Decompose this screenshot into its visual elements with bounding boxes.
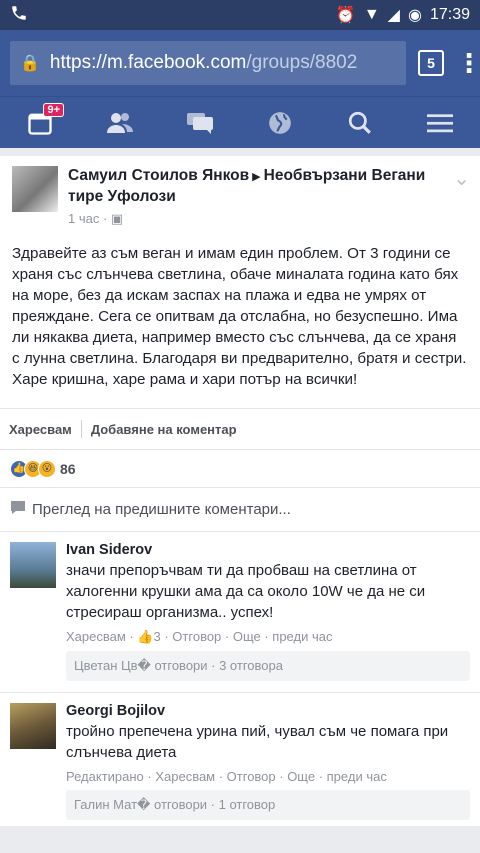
arrow-right-icon: ▶ — [252, 171, 261, 183]
previous-comments-label: Преглед на предишните коментари... — [32, 501, 291, 518]
url-host: https://m.facebook.com — [49, 52, 247, 73]
post-actions: Харесвам Добавяне на коментар — [0, 408, 480, 450]
wifi-icon: ▼ — [363, 6, 380, 23]
commenter-name[interactable]: Ivan Siderov — [66, 542, 470, 558]
alarm-icon: ⏰ — [335, 7, 356, 24]
chevron-down-icon[interactable]: ⌄ — [453, 166, 470, 227]
comment: Ivan Siderov значи препоръчвам ти да про… — [0, 532, 480, 687]
hamburger-menu-icon — [427, 113, 453, 132]
overflow-menu-icon[interactable]: ⋮ — [456, 50, 480, 76]
nav-search[interactable] — [340, 103, 380, 143]
globe-icon — [269, 111, 291, 134]
comment-text: тройно препечена урина пий, чувал съм че… — [66, 723, 449, 761]
post-author[interactable]: Самуил Стоилов Янков — [68, 167, 249, 184]
tab-switcher-button[interactable]: 5 — [418, 50, 444, 76]
messages-icon — [187, 112, 213, 134]
facebook-nav: 9+ — [0, 96, 480, 148]
comment-actions[interactable]: Редактирано · Харесвам · Отговор · Още ·… — [66, 769, 470, 784]
battery-icon: ◉ — [407, 7, 422, 24]
post-time[interactable]: 1 час — [68, 211, 99, 226]
author-avatar[interactable] — [12, 166, 58, 212]
lock-icon: 🔒 — [20, 55, 40, 72]
privacy-icon: ▣ — [110, 211, 124, 226]
reactions-summary[interactable]: 👍 😆 😮 86 — [0, 450, 480, 488]
status-bar: ⏰ ▼ ◢ ◉ 17:39 — [0, 0, 480, 30]
comment-text: значи препоръчвам ти да пробваш на светл… — [66, 562, 426, 621]
friends-icon — [107, 112, 133, 133]
post-text: Здравейте аз съм веган и имам един пробл… — [12, 245, 467, 388]
group-post: Самуил Стоилов Янков ▶ Необвързани Вегани … — [0, 156, 480, 450]
clock: 17:39 — [429, 6, 470, 23]
nav-globe[interactable] — [260, 103, 300, 143]
comment-replies[interactable]: Галин Мат� отговори · 1 отговор — [66, 790, 470, 820]
browser-toolbar: 🔒 https://m.facebook.com/groups/8802 5 ⋮ — [0, 30, 480, 96]
commenter-avatar[interactable] — [10, 703, 56, 749]
add-comment-button[interactable]: Добавяне на коментар — [82, 422, 246, 437]
url-path: /groups/8802 — [246, 52, 358, 73]
phone-icon — [10, 4, 28, 27]
commenter-avatar[interactable] — [10, 542, 56, 588]
signal-icon: ◢ — [387, 7, 400, 24]
nav-friends[interactable] — [100, 103, 140, 143]
comment-actions[interactable]: Харесвам · 👍3 · Отговор · Още · преди ча… — [66, 629, 470, 645]
like-button[interactable]: Харесвам — [0, 422, 81, 437]
view-previous-comments[interactable]: Преглед на предишните коментари... — [0, 488, 480, 532]
commenter-name[interactable]: Georgi Bojilov — [66, 703, 470, 719]
nav-home[interactable]: 9+ — [20, 102, 64, 143]
comment-replies[interactable]: Цветан Цв� отговори · 3 отговора — [66, 651, 470, 681]
nav-menu[interactable] — [420, 103, 460, 143]
nav-messages[interactable] — [180, 103, 220, 143]
notification-badge: 9+ — [43, 102, 64, 117]
comment: Georgi Bojilov тройно препечена урина пи… — [0, 693, 480, 826]
comment-bubble-icon — [10, 500, 26, 519]
wow-reaction-icon: 😮 — [38, 459, 56, 478]
search-icon — [348, 111, 371, 134]
reaction-count: 86 — [60, 460, 76, 477]
address-bar[interactable]: 🔒 https://m.facebook.com/groups/8802 — [10, 41, 406, 85]
